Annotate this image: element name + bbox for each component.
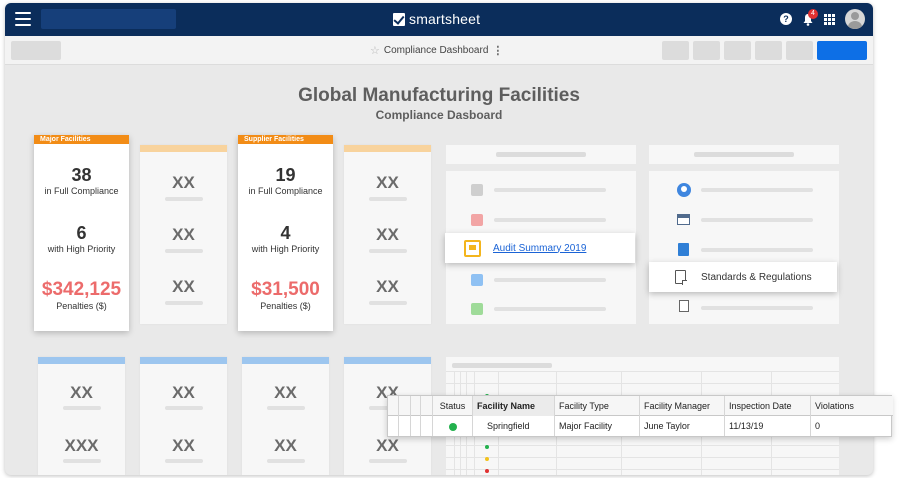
report-blue-icon [471,274,483,286]
compliance-label: in Full Compliance [44,186,119,196]
placeholder-card: XX XX XX [140,145,227,324]
report-icon [464,239,481,257]
dashboard-title: Global Manufacturing Facilities [298,85,580,106]
brand-logo: smartsheet [393,11,480,27]
facility-type-cell[interactable]: Major Facility [555,416,640,436]
placeholder-card: XX XXX [38,357,125,475]
placeholder-value: XX [274,436,297,455]
placeholder-value: XX [172,383,195,402]
placeholder-value: XX [376,173,399,192]
placeholder-value: XX [376,436,399,455]
inspection-date-cell[interactable]: 11/13/19 [725,416,811,436]
audit-summary-link-card[interactable]: Audit Summary 2019 [445,233,635,263]
toolbar-button-4[interactable] [755,41,782,60]
top-nav-bar: smartsheet ? 4 [5,3,873,36]
facility-sheet-table: Status Facility Name Facility Type Facil… [387,395,893,437]
menu-icon[interactable] [15,12,31,26]
penalties-label: Penalties ($) [260,301,311,311]
priority-count: 6 [76,223,87,243]
placeholder-value: XX [172,225,195,244]
report-green-icon [471,303,483,315]
placeholder-value: XX [172,173,195,192]
audit-summary-link[interactable]: Audit Summary 2019 [493,243,586,254]
toolbar-button-2[interactable] [693,41,720,60]
document-icon [679,300,689,312]
top-nav-icons: ? 4 [780,8,865,29]
report-red-icon [471,214,483,226]
sheet-title-area: ☆ Compliance Dashboard ⋮ [370,44,503,57]
status-cell[interactable] [433,416,473,436]
toolbar-button-3[interactable] [724,41,751,60]
supplier-facilities-card[interactable]: Supplier Facilities 19 in Full Complianc… [238,135,333,331]
column-header-inspection-date[interactable]: Inspection Date [725,396,811,416]
major-facilities-card[interactable]: Major Facilities 38 in Full Compliance 6… [34,135,129,331]
resources-panel-header [649,145,839,164]
handbook-icon [678,243,689,256]
help-icon[interactable]: ? [780,13,792,25]
favorite-star-icon[interactable]: ☆ [370,44,380,57]
column-header-facility-type[interactable]: Facility Type [555,396,640,416]
resources-panel [649,171,839,324]
search-input[interactable] [41,9,176,29]
more-options-icon[interactable]: ⋮ [492,44,503,57]
placeholder-card: XX XX [140,357,227,475]
user-avatar[interactable] [845,9,865,29]
sheet-toolbar: ☆ Compliance Dashboard ⋮ [5,36,873,65]
penalties-amount: $342,125 [41,279,122,300]
apps-grid-icon[interactable] [824,13,835,25]
compliance-count: 38 [71,165,92,185]
placeholder-card: XX XX XX [344,145,431,324]
toolbar-left-button[interactable] [11,41,61,60]
notification-count-badge: 4 [808,8,818,19]
placeholder-value: XX [172,436,195,455]
facility-name-cell[interactable]: Springfield [473,416,555,436]
toolbar-actions [662,41,867,60]
penalties-label: Penalties ($) [56,301,107,311]
priority-label: with High Priority [251,244,320,254]
supplier-facilities-tag: Supplier Facilities [238,135,333,144]
share-button[interactable] [817,41,867,60]
reports-panel-header [446,145,636,164]
notifications-bell-icon[interactable]: 4 [802,8,818,26]
smartsheet-logo-icon [393,12,405,26]
placeholder-value: XX [376,225,399,244]
placeholder-card: XX XX [242,357,329,475]
placeholder-value: XX [274,383,297,402]
column-header-facility-name[interactable]: Facility Name [473,396,555,416]
dashboard-subtitle: Compliance Dasboard [375,108,503,122]
document-icon [675,270,687,285]
facility-manager-cell[interactable]: June Taylor [640,416,725,436]
standards-link[interactable]: Standards & Regulations [701,272,812,283]
table-header-row: Status Facility Name Facility Type Facil… [388,396,893,416]
table-row[interactable]: Springfield Major Facility June Taylor 1… [388,416,893,436]
placeholder-value: XX [172,277,195,296]
placeholder-value: XX [376,277,399,296]
column-header-violations[interactable]: Violations [811,396,891,416]
toolbar-button-1[interactable] [662,41,689,60]
priority-label: with High Priority [47,244,116,254]
report-gray-icon [471,184,483,196]
brand-name: smartsheet [409,11,481,27]
compliance-label: in Full Compliance [248,186,323,196]
compliance-count: 19 [275,165,296,185]
standards-link-card[interactable]: Standards & Regulations [649,262,837,292]
sheet-title: Compliance Dashboard [383,45,489,56]
column-header-status[interactable]: Status [433,396,473,416]
column-header-facility-manager[interactable]: Facility Manager [640,396,725,416]
calendar-icon [677,214,690,225]
major-facilities-tag: Major Facilities [34,135,129,144]
placeholder-value: XXX [64,436,99,455]
priority-count: 4 [280,223,291,243]
toolbar-button-5[interactable] [786,41,813,60]
violations-cell[interactable]: 0 [811,416,891,436]
penalties-amount: $31,500 [251,279,320,300]
status-indicator-green [448,422,457,431]
contacts-icon [677,183,691,197]
placeholder-value: XX [70,383,93,402]
